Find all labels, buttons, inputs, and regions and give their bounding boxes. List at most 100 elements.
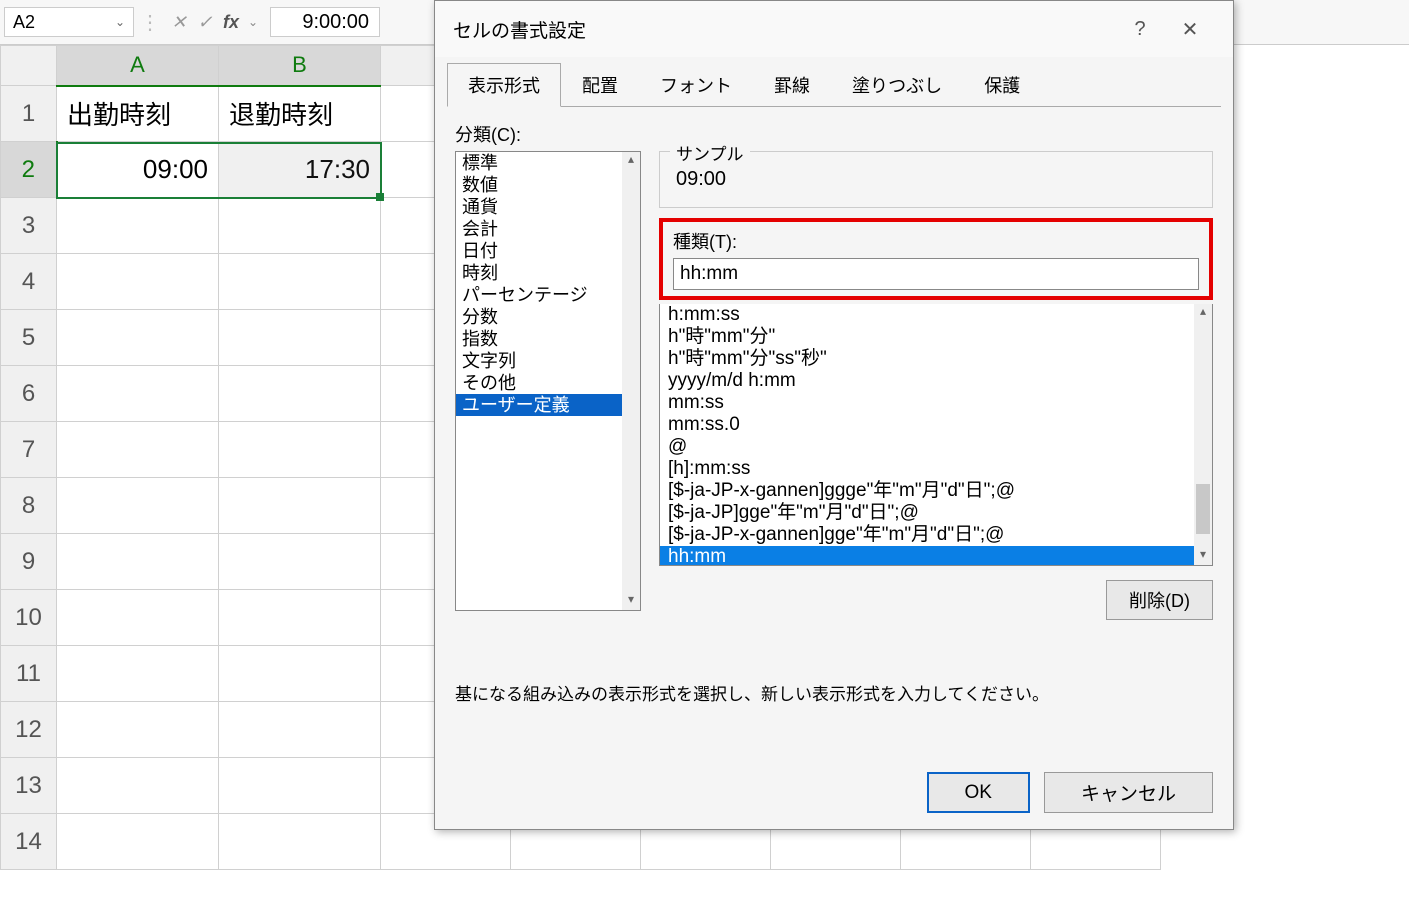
tab-alignment[interactable]: 配置 — [561, 63, 639, 107]
chevron-down-icon[interactable]: ⌄ — [115, 15, 125, 29]
format-item[interactable]: @ — [660, 436, 1212, 458]
cell[interactable] — [57, 422, 219, 478]
format-item[interactable]: mm:ss.0 — [660, 414, 1212, 436]
format-item[interactable]: yyyy/m/d h:mm — [660, 370, 1212, 392]
cell-A1[interactable]: 出勤時刻 — [57, 86, 219, 142]
format-cells-dialog: セルの書式設定 ? ✕ 表示形式 配置 フォント 罫線 塗りつぶし 保護 分類(… — [434, 0, 1234, 830]
cell[interactable] — [57, 758, 219, 814]
cell[interactable] — [219, 814, 381, 870]
cell[interactable] — [57, 646, 219, 702]
ok-button[interactable]: OK — [927, 772, 1030, 813]
cell[interactable] — [219, 310, 381, 366]
cancel-icon[interactable]: ✕ — [166, 12, 192, 33]
row-header-12[interactable]: 12 — [1, 702, 57, 758]
cell[interactable] — [219, 646, 381, 702]
row-header-3[interactable]: 3 — [1, 198, 57, 254]
category-item[interactable]: 標準 — [456, 152, 640, 174]
fx-icon[interactable]: fx — [218, 12, 244, 33]
format-item[interactable]: [$-ja-JP]gge"年"m"月"d"日";@ — [660, 502, 1212, 524]
category-item[interactable]: パーセンテージ — [456, 284, 640, 306]
category-list[interactable]: 標準数値通貨会計日付時刻パーセンテージ分数指数文字列その他ユーザー定義 ▴▾ — [455, 151, 641, 611]
dialog-titlebar[interactable]: セルの書式設定 ? ✕ — [435, 1, 1233, 57]
select-all-corner[interactable] — [1, 46, 57, 86]
format-item[interactable]: mm:ss — [660, 392, 1212, 414]
format-item[interactable]: h"時"mm"分"ss"秒" — [660, 348, 1212, 370]
cell[interactable] — [57, 198, 219, 254]
scrollbar[interactable]: ▴▾ — [622, 152, 640, 610]
row-header-11[interactable]: 11 — [1, 646, 57, 702]
category-item[interactable]: 日付 — [456, 240, 640, 262]
cell[interactable] — [57, 590, 219, 646]
tab-number-format[interactable]: 表示形式 — [447, 63, 561, 107]
row-header-8[interactable]: 8 — [1, 478, 57, 534]
category-item[interactable]: 数値 — [456, 174, 640, 196]
row-header-2[interactable]: 2 — [1, 142, 57, 198]
cell[interactable] — [57, 310, 219, 366]
category-item[interactable]: 文字列 — [456, 350, 640, 372]
row-header-1[interactable]: 1 — [1, 86, 57, 142]
tab-fill[interactable]: 塗りつぶし — [831, 63, 963, 107]
cell[interactable] — [57, 814, 219, 870]
category-item[interactable]: 分数 — [456, 306, 640, 328]
category-item[interactable]: 通貨 — [456, 196, 640, 218]
delete-button[interactable]: 削除(D) — [1106, 580, 1213, 620]
scroll-up-icon[interactable]: ▴ — [622, 152, 640, 170]
cell[interactable] — [219, 534, 381, 590]
format-item[interactable]: [$-ja-JP-x-gannen]ggge"年"m"月"d"日";@ — [660, 480, 1212, 502]
scroll-up-icon[interactable]: ▴ — [1194, 304, 1212, 322]
cell[interactable] — [57, 254, 219, 310]
cell-B1[interactable]: 退勤時刻 — [219, 86, 381, 142]
row-header-4[interactable]: 4 — [1, 254, 57, 310]
cell[interactable] — [219, 590, 381, 646]
cell-A2[interactable]: 09:00 — [57, 142, 219, 198]
category-item[interactable]: その他 — [456, 372, 640, 394]
cell[interactable] — [219, 478, 381, 534]
row-header-7[interactable]: 7 — [1, 422, 57, 478]
col-header-B[interactable]: B — [219, 46, 381, 86]
formula-input[interactable]: 9:00:00 — [270, 7, 380, 37]
col-header-A[interactable]: A — [57, 46, 219, 86]
format-item[interactable]: h:mm:ss — [660, 304, 1212, 326]
scrollbar[interactable]: ▴ ▾ — [1194, 304, 1212, 565]
format-list[interactable]: h:mm:ssh"時"mm"分"h"時"mm"分"ss"秒"yyyy/m/d h… — [659, 304, 1213, 566]
format-item[interactable]: [h]:mm:ss — [660, 458, 1212, 480]
cell-B2[interactable]: 17:30 — [219, 142, 381, 198]
help-button[interactable]: ? — [1115, 9, 1165, 49]
cell[interactable] — [219, 422, 381, 478]
cell[interactable] — [219, 758, 381, 814]
scroll-thumb[interactable] — [1196, 484, 1210, 534]
format-item[interactable]: hh:mm — [660, 546, 1212, 566]
tab-border[interactable]: 罫線 — [753, 63, 831, 107]
tab-font[interactable]: フォント — [639, 63, 753, 107]
chevron-down-icon[interactable]: ⌄ — [244, 15, 262, 29]
close-icon[interactable]: ✕ — [1165, 9, 1215, 49]
name-box[interactable]: A2 ⌄ — [4, 7, 134, 37]
category-item[interactable]: 会計 — [456, 218, 640, 240]
cell[interactable] — [57, 534, 219, 590]
tab-protection[interactable]: 保護 — [963, 63, 1041, 107]
cell[interactable] — [57, 478, 219, 534]
row-header-10[interactable]: 10 — [1, 590, 57, 646]
row-header-13[interactable]: 13 — [1, 758, 57, 814]
cell[interactable] — [219, 702, 381, 758]
cell[interactable] — [219, 254, 381, 310]
cell[interactable] — [219, 366, 381, 422]
type-input[interactable] — [673, 258, 1199, 290]
cell[interactable] — [57, 702, 219, 758]
category-item[interactable]: 時刻 — [456, 262, 640, 284]
category-item[interactable]: 指数 — [456, 328, 640, 350]
format-item[interactable]: [$-ja-JP-x-gannen]gge"年"m"月"d"日";@ — [660, 524, 1212, 546]
cancel-button[interactable]: キャンセル — [1044, 772, 1213, 813]
cell[interactable] — [219, 198, 381, 254]
scroll-down-icon[interactable]: ▾ — [1194, 547, 1212, 565]
scroll-down-icon[interactable]: ▾ — [622, 592, 640, 610]
enter-icon[interactable]: ✓ — [192, 12, 218, 33]
type-highlight: 種類(T): — [659, 218, 1213, 300]
row-header-6[interactable]: 6 — [1, 366, 57, 422]
row-header-14[interactable]: 14 — [1, 814, 57, 870]
row-header-5[interactable]: 5 — [1, 310, 57, 366]
format-item[interactable]: h"時"mm"分" — [660, 326, 1212, 348]
category-item[interactable]: ユーザー定義 — [456, 394, 640, 416]
cell[interactable] — [57, 366, 219, 422]
row-header-9[interactable]: 9 — [1, 534, 57, 590]
